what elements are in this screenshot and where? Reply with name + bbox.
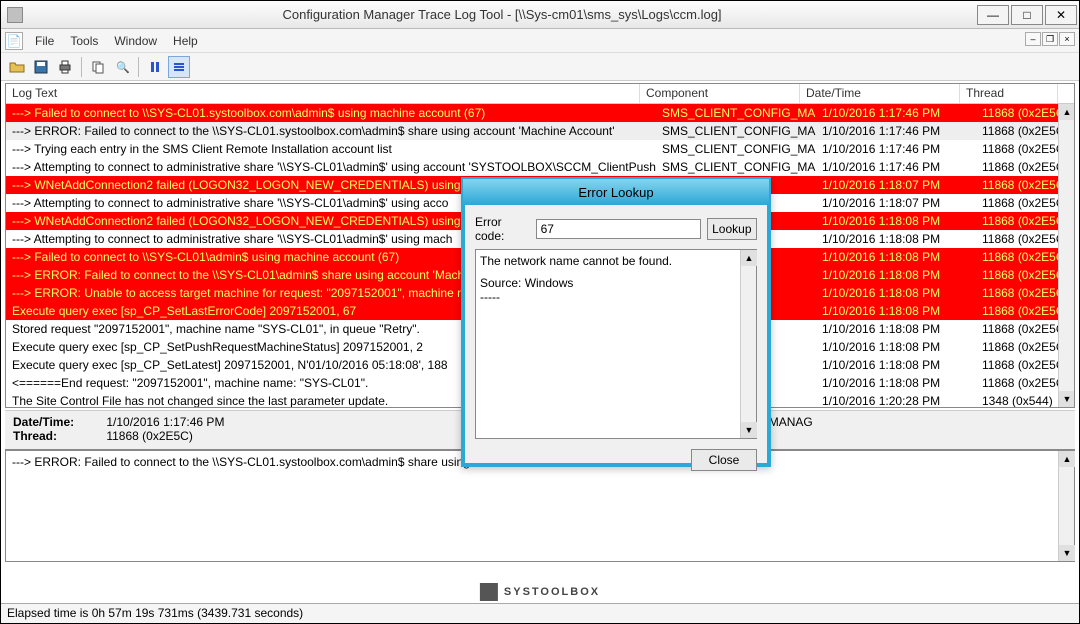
log-cell-text: ---> Failed to connect to \\SYS-CL01.sys… [6, 106, 656, 120]
error-lookup-dialog: Error Lookup Error code: Lookup The netw… [461, 177, 771, 467]
dialog-title: Error Lookup [463, 179, 769, 205]
pause-icon[interactable] [144, 56, 166, 78]
message-scrollbar[interactable]: ▲ ▼ [1058, 451, 1074, 561]
document-icon: 📄 [5, 32, 23, 50]
menu-help[interactable]: Help [173, 34, 198, 48]
log-cell-datetime: 1/10/2016 1:20:28 PM [816, 394, 976, 407]
col-component[interactable]: Component [640, 84, 800, 103]
log-cell-datetime: 1/10/2016 1:18:08 PM [816, 340, 976, 354]
find-icon[interactable]: 🔍 [111, 56, 133, 78]
log-cell-datetime: 1/10/2016 1:18:07 PM [816, 196, 976, 210]
error-result-line2: Source: Windows [480, 276, 752, 290]
svg-text:🔍: 🔍 [116, 60, 130, 74]
log-cell-datetime: 1/10/2016 1:18:08 PM [816, 214, 976, 228]
app-icon [7, 7, 23, 23]
title-bar: Configuration Manager Trace Log Tool - [… [1, 1, 1079, 29]
watermark: SYSTOOLBOX [480, 583, 600, 601]
scroll-down-icon[interactable]: ▼ [1059, 545, 1075, 561]
log-cell-component: SMS_CLIENT_CONFIG_MAN [656, 106, 816, 120]
log-cell-datetime: 1/10/2016 1:18:08 PM [816, 286, 976, 300]
log-row[interactable]: ---> Attempting to connect to administra… [6, 158, 1074, 176]
log-cell-text: ---> Attempting to connect to administra… [6, 160, 656, 174]
log-cell-component: SMS_CLIENT_CONFIG_MAN [656, 124, 816, 138]
log-cell-datetime: 1/10/2016 1:18:08 PM [816, 304, 976, 318]
open-icon[interactable] [6, 56, 28, 78]
error-result-area[interactable]: The network name cannot be found. Source… [475, 249, 757, 439]
log-cell-datetime: 1/10/2016 1:17:46 PM [816, 160, 976, 174]
menu-tools[interactable]: Tools [70, 34, 98, 48]
log-cell-text: ---> ERROR: Failed to connect to the \\S… [6, 124, 656, 138]
save-icon[interactable] [30, 56, 52, 78]
scroll-up-icon[interactable]: ▲ [741, 250, 757, 266]
status-text: Elapsed time is 0h 57m 19s 731ms (3439.7… [7, 606, 303, 620]
lookup-button[interactable]: Lookup [707, 218, 757, 240]
col-thread[interactable]: Thread [960, 84, 1058, 103]
log-cell-datetime: 1/10/2016 1:18:08 PM [816, 322, 976, 336]
log-cell-datetime: 1/10/2016 1:18:08 PM [816, 250, 976, 264]
mdi-restore-button[interactable]: ❐ [1042, 32, 1058, 46]
menu-window[interactable]: Window [114, 34, 157, 48]
menu-file[interactable]: File [35, 34, 54, 48]
scroll-down-icon[interactable]: ▼ [1059, 391, 1074, 407]
watermark-icon [480, 583, 498, 601]
log-cell-datetime: 1/10/2016 1:17:46 PM [816, 124, 976, 138]
log-row[interactable]: ---> ERROR: Failed to connect to the \\S… [6, 122, 1074, 140]
col-log-text[interactable]: Log Text [6, 84, 640, 103]
log-row[interactable]: ---> Trying each entry in the SMS Client… [6, 140, 1074, 158]
log-cell-datetime: 1/10/2016 1:18:08 PM [816, 268, 976, 282]
log-cell-component: SMS_CLIENT_CONFIG_MAN [656, 160, 816, 174]
detail-datetime-label: Date/Time: [13, 415, 103, 429]
log-cell-datetime: 1/10/2016 1:17:46 PM [816, 106, 976, 120]
result-scrollbar[interactable]: ▲ ▼ [740, 250, 756, 438]
log-header: Log Text Component Date/Time Thread [6, 84, 1074, 104]
copy-icon[interactable] [87, 56, 109, 78]
log-cell-datetime: 1/10/2016 1:18:07 PM [816, 178, 976, 192]
detail-thread-value: 11868 (0x2E5C) [106, 429, 193, 443]
print-icon[interactable] [54, 56, 76, 78]
log-cell-text: ---> Trying each entry in the SMS Client… [6, 142, 656, 156]
scroll-down-icon[interactable]: ▼ [741, 422, 757, 438]
error-code-input[interactable] [536, 219, 701, 239]
toolbar: 🔍 [1, 53, 1079, 81]
status-bar: Elapsed time is 0h 57m 19s 731ms (3439.7… [1, 603, 1079, 623]
scroll-up-icon[interactable]: ▲ [1059, 451, 1075, 467]
log-cell-datetime: 1/10/2016 1:18:08 PM [816, 358, 976, 372]
log-cell-component: SMS_CLIENT_CONFIG_MAN [656, 142, 816, 156]
detail-datetime-value: 1/10/2016 1:17:46 PM [106, 415, 224, 429]
mdi-close-button[interactable]: × [1059, 32, 1075, 46]
error-code-label: Error code: [475, 215, 530, 243]
log-vertical-scrollbar[interactable]: ▲ ▼ [1058, 104, 1074, 407]
detail-thread-label: Thread: [13, 429, 103, 443]
log-row[interactable]: ---> Failed to connect to \\SYS-CL01.sys… [6, 104, 1074, 122]
maximize-button[interactable]: □ [1011, 5, 1043, 25]
error-result-line3: ----- [480, 290, 752, 304]
col-datetime[interactable]: Date/Time [800, 84, 960, 103]
window-title: Configuration Manager Trace Log Tool - [… [29, 7, 975, 22]
scroll-up-icon[interactable]: ▲ [1059, 104, 1074, 120]
log-cell-datetime: 1/10/2016 1:18:08 PM [816, 232, 976, 246]
close-button[interactable]: ✕ [1045, 5, 1077, 25]
log-cell-datetime: 1/10/2016 1:17:46 PM [816, 142, 976, 156]
error-result-line1: The network name cannot be found. [480, 254, 752, 268]
minimize-button[interactable]: — [977, 5, 1009, 25]
highlight-icon[interactable] [168, 56, 190, 78]
menu-bar: 📄 File Tools Window Help – ❐ × [1, 29, 1079, 53]
log-cell-datetime: 1/10/2016 1:18:08 PM [816, 376, 976, 390]
close-dialog-button[interactable]: Close [691, 449, 757, 471]
watermark-text: SYSTOOLBOX [504, 586, 600, 598]
mdi-minimize-button[interactable]: – [1025, 32, 1041, 46]
